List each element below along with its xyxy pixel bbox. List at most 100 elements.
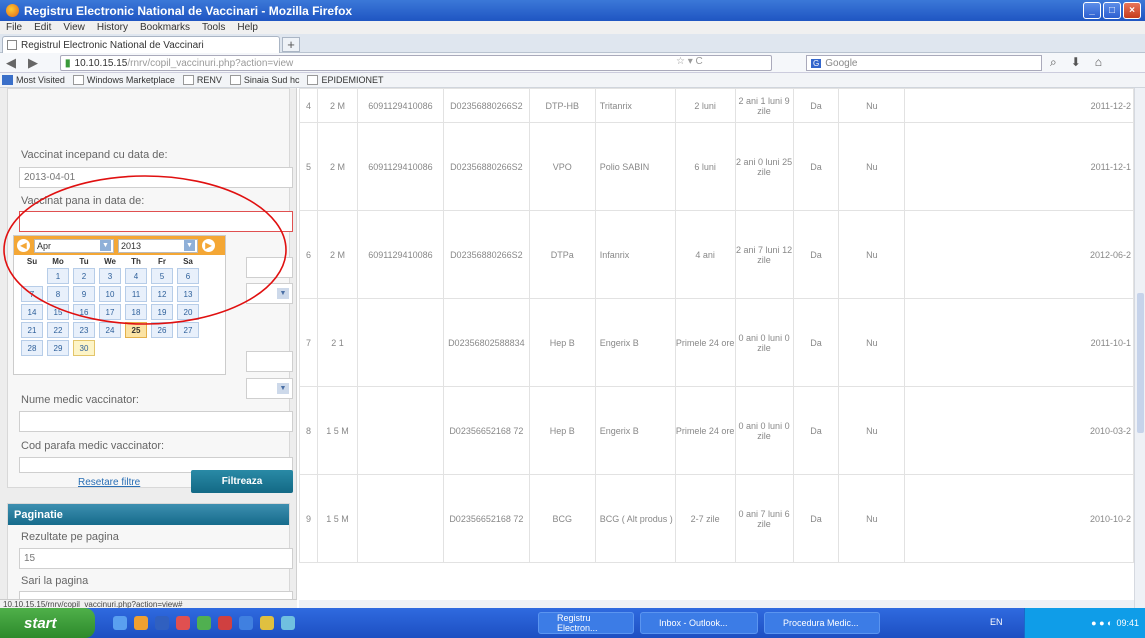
month-select[interactable]: Apr ▼ [34, 238, 114, 253]
taskbar-item-outlook[interactable]: Inbox - Outlook... [640, 612, 758, 634]
calendar-day[interactable]: 19 [151, 304, 173, 320]
firefox-icon[interactable] [134, 616, 148, 630]
table-row[interactable]: 81 5 M D02356652168 72 Hep B Engerix B Prime… [299, 386, 1134, 475]
table-row[interactable]: 42 M 6091129410086 D02356880266S2 DTP-HB Tri… [299, 88, 1134, 123]
menu-tools[interactable]: Tools [202, 22, 225, 33]
per-page-input[interactable]: 15 [19, 548, 293, 569]
calendar-day[interactable]: 25 [125, 322, 147, 338]
calendar-day[interactable]: 10 [99, 286, 121, 302]
bookmark-icon [2, 75, 13, 85]
back-arrow-icon[interactable]: ◀ [0, 55, 22, 71]
calendar-day[interactable]: 20 [177, 304, 199, 320]
horizontal-scrollbar[interactable] [299, 600, 1134, 608]
calendar-day[interactable]: 13 [177, 286, 199, 302]
calendar-day[interactable]: 6 [177, 268, 199, 284]
media-icon[interactable] [176, 616, 190, 630]
calendar-day[interactable]: 14 [21, 304, 43, 320]
ie-icon[interactable] [113, 616, 127, 630]
bookmark-epidemionet[interactable]: EPIDEMIONET [307, 75, 383, 85]
calendar-day[interactable]: 27 [177, 322, 199, 338]
url-bar[interactable]: ▮ 10.10.15.15/rnrv/copil_vaccinuri.php?a… [60, 55, 772, 71]
calendar-day[interactable]: 15 [47, 304, 69, 320]
maximize-icon[interactable]: □ [1103, 2, 1121, 19]
calendar-day[interactable]: 1 [47, 268, 69, 284]
calendar-day[interactable]: 8 [47, 286, 69, 302]
calendar-day[interactable]: 7 [21, 286, 43, 302]
calendar-day[interactable]: 18 [125, 304, 147, 320]
minimize-icon[interactable]: _ [1083, 2, 1101, 19]
menu-history[interactable]: History [97, 22, 128, 33]
calendar-day[interactable]: 23 [73, 322, 95, 338]
cell-nr: 5 [299, 122, 318, 211]
taskbar-item-procedura[interactable]: Procedura Medic... [764, 612, 880, 634]
menu-bookmarks[interactable]: Bookmarks [140, 22, 190, 33]
table-row[interactable]: 72 1 D02356802588834 Hep B Engerix B Primele… [299, 298, 1134, 387]
calendar-day[interactable]: 29 [47, 340, 69, 356]
vertical-scrollbar[interactable] [1134, 88, 1145, 608]
filter-button[interactable]: Filtreaza [191, 470, 293, 493]
bookmark-sinaia[interactable]: Sinaia Sud hc [229, 75, 299, 85]
taskbar-item-registru[interactable]: Registru Electron... [538, 612, 634, 634]
prev-month-icon[interactable]: ◀ [17, 239, 30, 252]
app-icon-3[interactable] [239, 616, 253, 630]
cell-product: Infanrix [594, 210, 676, 299]
start-button[interactable]: start [0, 608, 95, 638]
next-month-icon[interactable]: ▶ [202, 239, 215, 252]
close-icon[interactable]: × [1123, 2, 1141, 19]
bookmarks-bar: Most Visited Windows Marketplace RENV Si… [0, 73, 1145, 88]
cell-cnp: 6091129410086 [356, 122, 444, 211]
app-icon[interactable] [197, 616, 211, 630]
calendar-day[interactable]: 26 [151, 322, 173, 338]
calendar-day[interactable]: 11 [125, 286, 147, 302]
outlook-icon[interactable] [155, 616, 169, 630]
table-row[interactable]: 91 5 M D02356652168 72 BCG BCG ( Alt produs… [299, 474, 1134, 563]
bookmark-windows-marketplace[interactable]: Windows Marketplace [72, 75, 175, 85]
from-date-input[interactable]: 2013-04-01 [19, 167, 293, 188]
home-icon[interactable]: ⌂ [1095, 55, 1102, 70]
calendar-day[interactable]: 5 [151, 268, 173, 284]
url-star-reload-icon[interactable]: ☆ ▾ C [676, 56, 703, 67]
calendar-day[interactable]: 28 [21, 340, 43, 356]
calendar-day[interactable]: 22 [47, 322, 69, 338]
to-date-input[interactable] [19, 211, 293, 232]
search-icon[interactable]: ⌕ [1050, 55, 1057, 70]
calendar-day[interactable]: 16 [73, 304, 95, 320]
tab-vaccinari[interactable]: Registrul Electronic National de Vaccina… [2, 36, 280, 53]
calendar-day[interactable]: 21 [21, 322, 43, 338]
calendar-day[interactable]: 24 [99, 322, 121, 338]
table-row[interactable]: 52 M 6091129410086 D02356880266S2 VPO Polio … [299, 122, 1134, 211]
scrollbar-thumb[interactable] [1137, 293, 1144, 433]
bookmark-most-visited[interactable]: Most Visited [2, 75, 65, 85]
download-icon[interactable]: ⬇ [1071, 55, 1081, 70]
app-icon-2[interactable] [218, 616, 232, 630]
search-bar[interactable]: G Google [806, 55, 1042, 71]
menu-edit[interactable]: Edit [34, 22, 51, 33]
new-tab-button[interactable]: + [282, 37, 300, 52]
tray-icons[interactable]: ● ● ◐ [1091, 618, 1112, 628]
cell-nr: 6 [299, 210, 318, 299]
language-indicator[interactable]: EN [990, 617, 1003, 627]
reset-filters-link[interactable]: Resetare filtre [78, 477, 140, 488]
chevron-down-icon: ▼ [277, 288, 289, 299]
filter-select-right[interactable]: ▼ [246, 283, 293, 304]
calendar-day[interactable]: 2 [73, 268, 95, 284]
app-icon-5[interactable] [281, 616, 295, 630]
bookmark-renv[interactable]: RENV [182, 75, 222, 85]
filter-select-right-2[interactable]: ▼ [246, 378, 293, 399]
year-select[interactable]: 2013 ▼ [118, 238, 198, 253]
forward-arrow-icon[interactable]: ▶ [22, 55, 44, 71]
calendar-day[interactable]: 9 [73, 286, 95, 302]
menu-view[interactable]: View [63, 22, 85, 33]
calendar-day[interactable]: 12 [151, 286, 173, 302]
medic-input[interactable] [19, 411, 293, 432]
calendar-day[interactable]: 4 [125, 268, 147, 284]
calendar-day[interactable]: 30 [73, 340, 95, 356]
calendar-day[interactable]: 17 [99, 304, 121, 320]
menu-help[interactable]: Help [237, 22, 258, 33]
calendar-day[interactable]: 3 [99, 268, 121, 284]
table-row[interactable]: 62 M 6091129410086 D02356880266S2 DTPa Infan… [299, 210, 1134, 299]
filter-input-right-2[interactable] [246, 351, 293, 372]
filter-input-right[interactable] [246, 257, 293, 278]
app-icon-4[interactable] [260, 616, 274, 630]
menu-file[interactable]: File [6, 22, 22, 33]
